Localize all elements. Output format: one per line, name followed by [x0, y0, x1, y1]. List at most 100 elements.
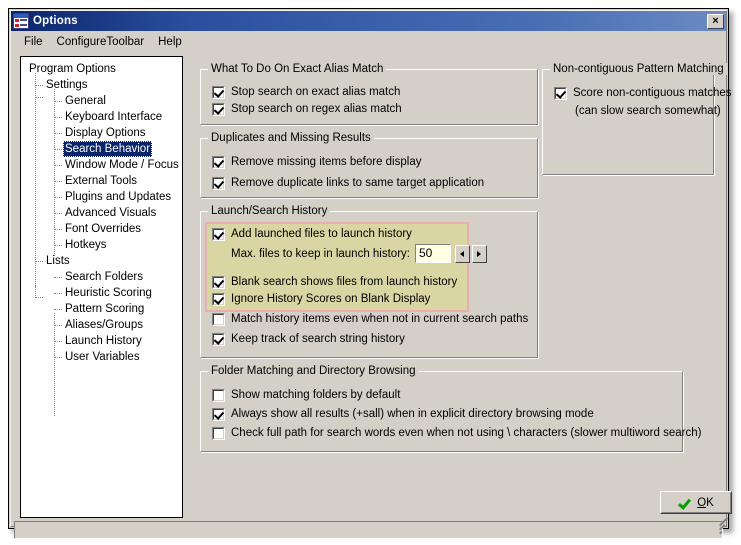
tree-node-label: General [65, 95, 106, 107]
checkbox-ignore-history-scores[interactable]: Ignore History Scores on Blank Display [212, 292, 430, 306]
max-files-input[interactable]: 50 [414, 244, 451, 263]
checkbox-icon[interactable] [212, 427, 225, 440]
group-title: Folder Matching and Directory Browsing [208, 365, 419, 377]
checkbox-label: Ignore History Scores on Blank Display [231, 293, 431, 305]
group-title: What To Do On Exact Alias Match [208, 63, 387, 75]
options-list-icon [13, 13, 29, 29]
tree-node[interactable]: Heuristic Scoring [21, 285, 154, 301]
tree-node-label: Display Options [65, 127, 146, 139]
checkbox-stop-on-exact-alias[interactable]: Stop search on exact alias match [212, 85, 400, 99]
tree-node[interactable]: Pattern Scoring [21, 301, 146, 317]
spinner-increment-button[interactable] [471, 244, 487, 263]
checkbox-match-history-outside-paths[interactable]: Match history items even when not in cur… [212, 312, 528, 326]
checkbox-label: Always show all results (+sall) when in … [231, 408, 594, 420]
menu-item-help[interactable]: Help [151, 34, 189, 50]
spinner-decrement-button[interactable] [454, 244, 470, 263]
menu-item-file[interactable]: File [17, 34, 50, 50]
checkbox-blank-search-shows-history[interactable]: Blank search shows files from launch his… [212, 275, 457, 289]
settings-content-pane: What To Do On Exact Alias Match Stop sea… [192, 56, 732, 518]
checkbox-label: Score non-contiguous matches [573, 87, 732, 99]
checkbox-show-matching-folders[interactable]: Show matching folders by default [212, 388, 400, 402]
tree-node-label: Lists [46, 255, 70, 267]
checkbox-icon[interactable] [212, 177, 225, 190]
checkbox-icon[interactable] [212, 293, 225, 306]
noncontiguous-note: (can slow search somewhat) [575, 105, 721, 117]
tree-node-search-behavior[interactable]: Search Behavior [21, 141, 153, 157]
checkbox-label: Keep track of search string history [231, 333, 405, 345]
tree-node[interactable]: Aliases/Groups [21, 317, 145, 333]
tree-node[interactable]: Search Folders [21, 269, 145, 285]
group-title: Non-contiguous Pattern Matching [550, 63, 727, 75]
group-folder-matching: Folder Matching and Directory Browsing S… [200, 365, 701, 453]
checkbox-label: Blank search shows files from launch his… [231, 276, 458, 288]
tree-node[interactable]: User Variables [21, 349, 142, 365]
checkbox-label: Remove duplicate links to same target ap… [231, 177, 485, 189]
tree-node[interactable]: Plugins and Updates [21, 189, 173, 205]
checkbox-icon[interactable] [212, 313, 225, 326]
title-bar: Options × [11, 11, 726, 31]
tree-node[interactable]: General [21, 93, 108, 109]
checkbox-icon[interactable] [212, 389, 225, 402]
checkbox-check-full-path[interactable]: Check full path for search words even wh… [212, 426, 701, 440]
tree-node[interactable]: Settings [21, 77, 90, 93]
checkbox-label: Stop search on regex alias match [231, 103, 402, 115]
checkbox-label: Match history items even when not in cur… [231, 313, 529, 325]
checkbox-icon[interactable] [554, 87, 567, 100]
checkbox-remove-duplicate-links[interactable]: Remove duplicate links to same target ap… [212, 176, 484, 190]
tree-node[interactable]: Advanced Visuals [21, 205, 158, 221]
green-check-icon [678, 497, 691, 508]
tree-node[interactable]: Hotkeys [21, 237, 109, 253]
settings-tree[interactable]: Program Options Settings General Keyboar… [20, 56, 183, 518]
tree-node-label: Search Folders [65, 271, 143, 283]
tree-node[interactable]: Font Overrides [21, 221, 143, 237]
checkbox-score-noncontiguous[interactable]: Score non-contiguous matches [554, 86, 732, 100]
checkbox-icon[interactable] [212, 86, 225, 99]
checkbox-add-launched-files[interactable]: Add launched files to launch history [212, 227, 412, 241]
options-window: Options × File ConfigureToolbar Help Pro… [8, 8, 732, 539]
tree-node[interactable]: Program Options [21, 61, 118, 77]
checkbox-icon[interactable] [212, 408, 225, 421]
tree-node[interactable]: Lists [21, 253, 72, 269]
checkbox-icon[interactable] [212, 156, 225, 169]
status-bar [14, 517, 729, 539]
ok-button[interactable]: OK [660, 491, 732, 514]
checkbox-stop-on-regex-alias[interactable]: Stop search on regex alias match [212, 102, 402, 116]
checkbox-label: Check full path for search words even wh… [231, 427, 702, 439]
checkbox-remove-missing-items[interactable]: Remove missing items before display [212, 155, 421, 169]
group-exact-alias-match: What To Do On Exact Alias Match Stop sea… [200, 63, 539, 126]
ok-rest: K [706, 496, 714, 509]
tree-node-label: Font Overrides [65, 223, 142, 235]
tree-node-label: Program Options [29, 63, 116, 75]
tree-node-label: Settings [46, 79, 88, 91]
checkbox-always-show-all-results[interactable]: Always show all results (+sall) when in … [212, 407, 594, 421]
group-noncontiguous-pattern-matching: Non-contiguous Pattern Matching Score no… [542, 63, 732, 176]
checkbox-icon[interactable] [212, 103, 225, 116]
max-files-spinner[interactable]: Max. files to keep in launch history: 50 [231, 244, 489, 263]
checkbox-icon[interactable] [212, 228, 225, 241]
tree-node[interactable]: Display Options [21, 125, 148, 141]
close-icon[interactable]: × [707, 13, 724, 29]
checkbox-keep-search-string-history[interactable]: Keep track of search string history [212, 332, 405, 346]
tree-node[interactable]: Keyboard Interface [21, 109, 164, 125]
triangle-right-icon [477, 250, 482, 257]
tree-node-label: User Variables [65, 351, 140, 363]
spinner-buttons [454, 244, 489, 263]
checkbox-icon[interactable] [212, 333, 225, 346]
tree-node-label: Search Behavior [63, 141, 153, 157]
tree-node-label: Aliases/Groups [65, 319, 143, 331]
tree-node[interactable]: External Tools [21, 173, 139, 189]
group-title: Launch/Search History [208, 205, 331, 217]
tree-node-label: Launch History [65, 335, 142, 347]
max-files-label: Max. files to keep in launch history: [231, 247, 410, 260]
checkbox-label: Add launched files to launch history [231, 228, 412, 240]
menu-item-configuretoolbar[interactable]: ConfigureToolbar [50, 34, 152, 50]
tree-node[interactable]: Launch History [21, 333, 144, 349]
resize-grip[interactable] [706, 517, 729, 537]
checkbox-icon[interactable] [212, 276, 225, 289]
tree-node-label: Plugins and Updates [65, 191, 172, 203]
group-duplicates-missing: Duplicates and Missing Results Remove mi… [200, 132, 539, 199]
tree-node[interactable]: Window Mode / Focus [21, 157, 181, 173]
checkbox-label: Show matching folders by default [231, 389, 401, 401]
checkbox-label: Stop search on exact alias match [231, 86, 401, 98]
tree-node-label: Hotkeys [65, 239, 107, 251]
